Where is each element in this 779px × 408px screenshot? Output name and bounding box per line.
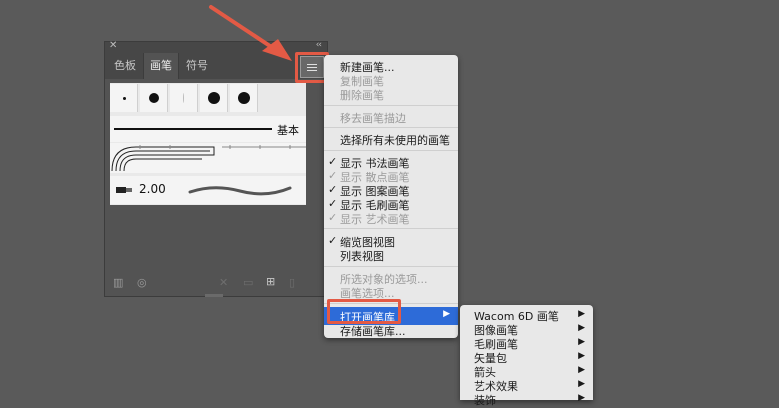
check-icon: ✓ [328, 169, 338, 182]
menu-separator [324, 228, 458, 229]
check-icon: ✓ [328, 183, 338, 196]
menu-item-show-art[interactable]: 显示 艺术画笔 [340, 211, 410, 227]
submenu-arrow-icon: ▶ [578, 337, 585, 347]
check-icon: ✓ [328, 197, 338, 210]
menu-item-select-unused[interactable]: 选择所有未使用的画笔 [340, 132, 450, 148]
brush-library-submenu: Wacom 6D 画笔 ▶ 图像画笔 ▶ 毛刷画笔 ▶ 矢量包 ▶ 箭头 ▶ 艺… [460, 305, 593, 407]
submenu-arrow-icon: ▶ [578, 351, 585, 361]
submenu-arrow-icon: ▶ [578, 309, 585, 319]
check-icon: ✓ [328, 155, 338, 168]
check-icon: ✓ [328, 234, 338, 247]
panel-flyout-menu: 新建画笔... 复制画笔 删除画笔 移去画笔描边 选择所有未使用的画笔 ✓ 显示… [324, 55, 458, 338]
submenu-arrow-icon: ▶ [578, 365, 585, 375]
menu-item-remove-brush-stroke[interactable]: 移去画笔描边 [340, 110, 406, 126]
menu-item-save-brush-library[interactable]: 存储画笔库... [340, 323, 406, 339]
check-icon: ✓ [328, 211, 338, 224]
submenu-arrow-icon: ▶ [443, 309, 450, 319]
menu-separator [324, 266, 458, 267]
menu-separator [324, 127, 458, 128]
submenu-arrow-icon: ▶ [578, 379, 585, 389]
submenu-item-decorative[interactable]: 装饰 [474, 392, 496, 408]
submenu-arrow-icon: ▶ [578, 323, 585, 333]
submenu-arrow-icon: ▶ [578, 393, 585, 403]
annotation-box-open-library [327, 299, 401, 324]
menu-separator [324, 105, 458, 106]
menu-separator [324, 150, 458, 151]
menu-item-delete-brush[interactable]: 删除画笔 [340, 87, 384, 103]
menu-item-list-view[interactable]: 列表视图 [340, 248, 384, 264]
